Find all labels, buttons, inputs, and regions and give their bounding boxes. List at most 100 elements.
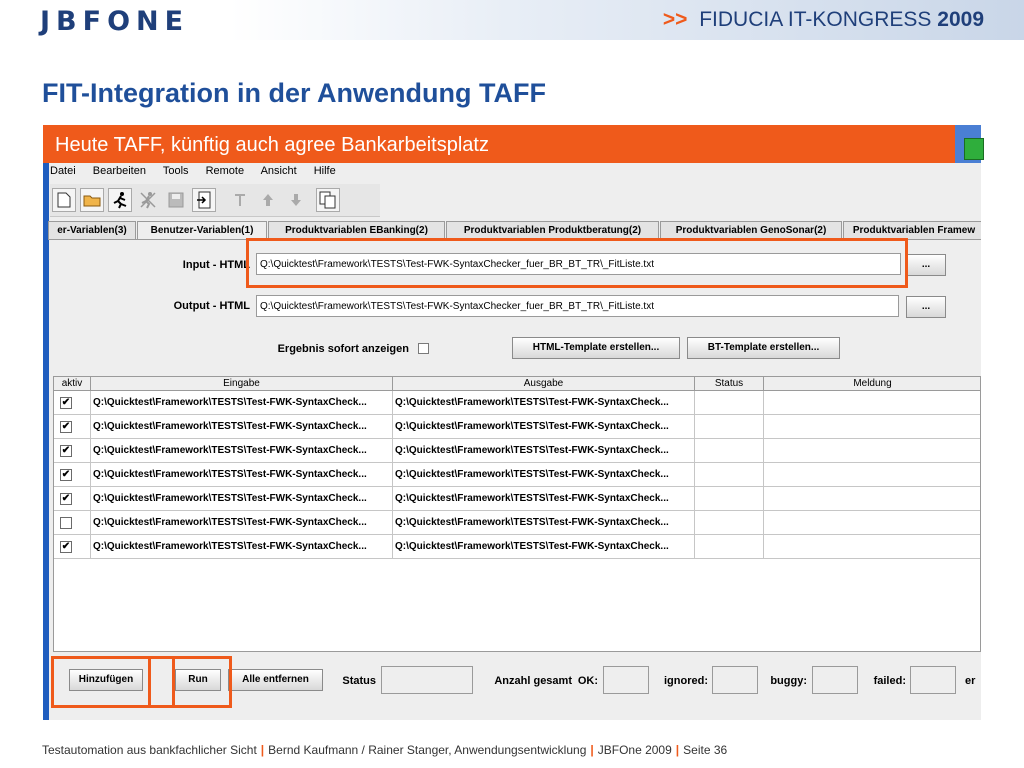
meldung-cell[interactable] (764, 535, 980, 559)
run-button[interactable]: Run (175, 669, 221, 691)
pin-icon[interactable] (228, 188, 252, 212)
arrow-up-icon[interactable] (256, 188, 280, 212)
anzahl-gesamt-label: Anzahl gesamt (494, 675, 572, 687)
aktiv-cell: ✔ (54, 535, 91, 559)
meldung-cell[interactable] (764, 391, 980, 415)
status-cell[interactable] (695, 439, 764, 463)
fit-table: aktiv Eingabe Ausgabe Status Meldung ✔ Q:… (53, 376, 981, 652)
meldung-cell[interactable] (764, 415, 980, 439)
row-active-checkbox[interactable]: ✔ (60, 493, 72, 505)
stop-person-icon[interactable] (136, 188, 160, 212)
column-header-meldung[interactable]: Meldung (764, 377, 980, 391)
eingabe-cell[interactable]: Q:\Quicktest\Framework\TESTS\Test-FWK-Sy… (91, 511, 393, 535)
meldung-cell[interactable] (764, 487, 980, 511)
ausgabe-cell[interactable]: Q:\Quicktest\Framework\TESTS\Test-FWK-Sy… (393, 415, 695, 439)
failed-count-field (910, 666, 956, 694)
tab-produktvariablen-framework[interactable]: Produktvariablen Framew (843, 221, 981, 239)
app-window-edge (43, 125, 49, 720)
status-cell[interactable] (695, 511, 764, 535)
menu-datei[interactable]: Datei (50, 165, 76, 177)
tab-produktvariablen-genosonar[interactable]: Produktvariablen GenoSonar(2) (660, 221, 842, 239)
menu-tools[interactable]: Tools (163, 165, 189, 177)
footer-topic: Testautomation aus bankfachlicher Sicht (42, 743, 257, 757)
congress-name: FIDUCIA IT-KONGRESS (699, 8, 932, 31)
failed-label: failed: (873, 675, 906, 687)
eingabe-cell[interactable]: Q:\Quicktest\Framework\TESTS\Test-FWK-Sy… (91, 439, 393, 463)
meldung-cell[interactable] (764, 463, 980, 487)
status-cell[interactable] (695, 535, 764, 559)
slide-footer: Testautomation aus bankfachlicher Sicht |… (42, 743, 727, 757)
tab-benutzer-variablen[interactable]: Benutzer-Variablen(1) (137, 221, 267, 239)
status-cell[interactable] (695, 487, 764, 511)
table-row[interactable]: ✔ Q:\Quicktest\Framework\TESTS\Test-FWK-S… (54, 463, 980, 487)
ausgabe-cell[interactable]: Q:\Quicktest\Framework\TESTS\Test-FWK-Sy… (393, 439, 695, 463)
status-cell[interactable] (695, 391, 764, 415)
status-field (381, 666, 473, 694)
menu-ansicht[interactable]: Ansicht (261, 165, 297, 177)
output-browse-button[interactable]: ... (906, 296, 946, 318)
meldung-cell[interactable] (764, 511, 980, 535)
eingabe-cell[interactable]: Q:\Quicktest\Framework\TESTS\Test-FWK-Sy… (91, 463, 393, 487)
arrow-down-icon[interactable] (284, 188, 308, 212)
table-row[interactable]: ✔ Q:\Quicktest\Framework\TESTS\Test-FWK-S… (54, 439, 980, 463)
row-active-checkbox[interactable]: ✔ (60, 445, 72, 457)
alle-entfernen-button[interactable]: Alle entfernen (228, 669, 323, 691)
input-html-label: Input - HTML (182, 259, 250, 271)
ok-label: OK: (577, 675, 598, 687)
ausgabe-cell[interactable]: Q:\Quicktest\Framework\TESTS\Test-FWK-Sy… (393, 391, 695, 415)
row-active-checkbox[interactable]: ✔ (60, 397, 72, 409)
ausgabe-cell[interactable]: Q:\Quicktest\Framework\TESTS\Test-FWK-Sy… (393, 487, 695, 511)
table-row[interactable]: Q:\Quicktest\Framework\TESTS\Test-FWK-Sy… (54, 511, 980, 535)
jbfone-logo: JBFONE (40, 6, 190, 37)
table-row[interactable]: ✔ Q:\Quicktest\Framework\TESTS\Test-FWK-S… (54, 535, 980, 559)
run-person-icon[interactable] (108, 188, 132, 212)
menu-bar: Datei Bearbeiten Tools Remote Ansicht Hi… (50, 165, 350, 183)
tab-er-variablen[interactable]: er-Variablen(3) (48, 221, 136, 239)
column-header-ausgabe[interactable]: Ausgabe (393, 377, 695, 391)
aktiv-cell: ✔ (54, 439, 91, 463)
eingabe-cell[interactable]: Q:\Quicktest\Framework\TESTS\Test-FWK-Sy… (91, 391, 393, 415)
window-control-icon[interactable] (964, 138, 984, 160)
column-header-eingabe[interactable]: Eingabe (91, 377, 393, 391)
new-file-icon[interactable] (52, 188, 76, 212)
input-browse-button[interactable]: ... (906, 254, 946, 276)
bt-template-button[interactable]: BT-Template erstellen... (687, 337, 840, 359)
html-template-button[interactable]: HTML-Template erstellen... (512, 337, 680, 359)
eingabe-cell[interactable]: Q:\Quicktest\Framework\TESTS\Test-FWK-Sy… (91, 487, 393, 511)
menu-bearbeiten[interactable]: Bearbeiten (93, 165, 146, 177)
output-html-field[interactable]: Q:\Quicktest\Framework\TESTS\Test-FWK-Sy… (256, 295, 899, 317)
menu-hilfe[interactable]: Hilfe (314, 165, 336, 177)
tab-produktvariablen-produktberatung[interactable]: Produktvariablen Produktberatung(2) (446, 221, 659, 239)
ausgabe-cell[interactable]: Q:\Quicktest\Framework\TESTS\Test-FWK-Sy… (393, 511, 695, 535)
row-active-checkbox[interactable]: ✔ (60, 421, 72, 433)
tab-strip: er-Variablen(3) Benutzer-Variablen(1) Pr… (48, 221, 981, 239)
copy-template-icon[interactable] (316, 188, 340, 212)
tab-produktvariablen-ebanking[interactable]: Produktvariablen EBanking(2) (268, 221, 445, 239)
congress-year: 2009 (937, 8, 984, 31)
meldung-cell[interactable] (764, 439, 980, 463)
input-html-field[interactable]: Q:\Quicktest\Framework\TESTS\Test-FWK-Sy… (256, 253, 901, 275)
column-header-aktiv[interactable]: aktiv (54, 377, 91, 391)
exit-door-icon[interactable] (192, 188, 216, 212)
row-active-checkbox[interactable]: ✔ (60, 469, 72, 481)
eingabe-cell[interactable]: Q:\Quicktest\Framework\TESTS\Test-FWK-Sy… (91, 535, 393, 559)
open-folder-icon[interactable] (80, 188, 104, 212)
column-header-status[interactable]: Status (695, 377, 764, 391)
hinzufuegen-button[interactable]: Hinzufügen (69, 669, 143, 691)
table-row[interactable]: ✔ Q:\Quicktest\Framework\TESTS\Test-FWK-S… (54, 487, 980, 511)
ergebnis-checkbox[interactable] (418, 343, 429, 354)
aktiv-cell: ✔ (54, 391, 91, 415)
save-disk-icon[interactable] (164, 188, 188, 212)
ausgabe-cell[interactable]: Q:\Quicktest\Framework\TESTS\Test-FWK-Sy… (393, 463, 695, 487)
trailing-label: er (965, 675, 976, 687)
status-cell[interactable] (695, 415, 764, 439)
aktiv-cell: ✔ (54, 415, 91, 439)
menu-remote[interactable]: Remote (206, 165, 245, 177)
ausgabe-cell[interactable]: Q:\Quicktest\Framework\TESTS\Test-FWK-Sy… (393, 535, 695, 559)
eingabe-cell[interactable]: Q:\Quicktest\Framework\TESTS\Test-FWK-Sy… (91, 415, 393, 439)
row-active-checkbox[interactable] (60, 517, 72, 529)
status-cell[interactable] (695, 463, 764, 487)
table-row[interactable]: ✔ Q:\Quicktest\Framework\TESTS\Test-FWK-S… (54, 415, 980, 439)
table-row[interactable]: ✔ Q:\Quicktest\Framework\TESTS\Test-FWK-S… (54, 391, 980, 415)
row-active-checkbox[interactable]: ✔ (60, 541, 72, 553)
